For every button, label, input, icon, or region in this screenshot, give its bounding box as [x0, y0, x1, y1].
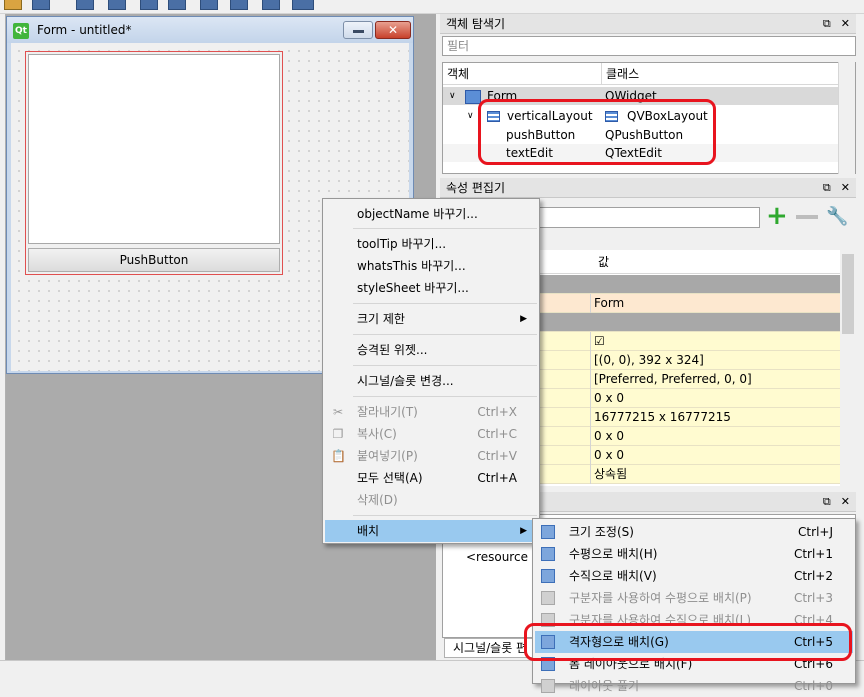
edit-signals-icon[interactable] — [32, 0, 50, 10]
break-layout-tool-icon[interactable] — [230, 0, 248, 10]
object-tree-scrollbar[interactable] — [838, 62, 855, 174]
menu-item-paste[interactable]: 📋 붙여넣기(P) Ctrl+V — [325, 445, 537, 467]
property-editor-title-bar: 속성 편집기 ⧉ ✕ — [440, 178, 856, 198]
horizontal-splitter-icon — [541, 591, 555, 605]
close-button[interactable]: ✕ — [375, 21, 411, 39]
remove-property-icon[interactable] — [796, 215, 818, 219]
minimize-icon — [353, 30, 364, 33]
expand-arrow-icon[interactable]: ∨ — [449, 87, 456, 105]
submenu-item-horizontal-splitter[interactable]: 구분자를 사용하여 수평으로 배치(P) Ctrl+3 — [535, 587, 853, 609]
submenu-item-lay-out-horizontally[interactable]: 수평으로 배치(H) Ctrl+1 — [535, 543, 853, 565]
layout-vertical-tool-icon[interactable] — [108, 0, 126, 10]
paste-icon: 📋 — [331, 449, 346, 463]
form-titlebar[interactable]: Qt Form - untitled* ✕ — [7, 17, 413, 43]
layout-form-tool-icon[interactable] — [200, 0, 218, 10]
adjust-size-tool-icon[interactable] — [262, 0, 280, 10]
text-edit-widget[interactable] — [28, 54, 280, 244]
menu-item-select-all[interactable]: 모두 선택(A) Ctrl+A — [325, 467, 537, 489]
dock-close-icon[interactable]: ✕ — [841, 17, 850, 30]
menu-separator — [353, 228, 537, 229]
form-widget-icon — [465, 87, 481, 105]
submenu-item-adjust-size[interactable]: 크기 조정(S) Ctrl+J — [535, 521, 853, 543]
property-filter-input[interactable] — [536, 207, 760, 228]
dock-float-icon[interactable]: ⧉ — [823, 17, 831, 30]
property-editor-title: 속성 편집기 — [446, 181, 506, 195]
layout-splitter-tool-icon[interactable] — [140, 0, 158, 10]
adjust-size-icon — [541, 525, 555, 539]
menu-item-promoted-widgets[interactable]: 승격된 위젯... — [325, 339, 537, 361]
submenu-arrow-icon: ▶ — [520, 314, 527, 324]
menu-separator — [353, 334, 537, 335]
object-inspector-title: 객체 탐색기 — [446, 17, 506, 31]
break-layout-icon — [541, 679, 555, 693]
menu-item-change-whatsthis[interactable]: whatsThis 바꾸기... — [325, 255, 537, 277]
menu-item-copy[interactable]: ❐ 복사(C) Ctrl+C — [325, 423, 537, 445]
menu-item-delete[interactable]: 삭제(D) — [325, 489, 537, 511]
push-button-widget[interactable]: PushButton — [28, 248, 280, 272]
object-filter-input[interactable]: 필터 — [442, 36, 856, 56]
copy-icon: ❐ — [332, 427, 344, 441]
menu-separator — [353, 515, 537, 516]
menu-item-size-constraints[interactable]: 크기 제한 ▶ — [325, 308, 537, 330]
context-menu: objectName 바꾸기... toolTip 바꾸기... whatsTh… — [322, 198, 540, 544]
dock-close-icon[interactable]: ✕ — [841, 181, 850, 194]
highlight-layout-tree — [478, 99, 716, 165]
dock-float-icon[interactable]: ⧉ — [823, 495, 831, 508]
menu-item-layout[interactable]: 배치 ▶ — [325, 520, 537, 542]
submenu-item-break-layout[interactable]: 레이아웃 풀기 Ctrl+0 — [535, 675, 853, 697]
column-header-value: 값 — [598, 255, 610, 269]
minimize-button[interactable] — [343, 21, 373, 39]
layout-horizontal-tool-icon[interactable] — [76, 0, 94, 10]
menu-separator — [353, 396, 537, 397]
expand-arrow-icon[interactable]: ∨ — [467, 107, 474, 125]
menu-separator — [353, 365, 537, 366]
edit-widgets-icon[interactable] — [4, 0, 22, 10]
property-scrollbar-thumb[interactable] — [842, 254, 854, 334]
submenu-arrow-icon: ▶ — [520, 526, 527, 536]
qt-logo-icon: Qt — [13, 23, 29, 39]
menu-separator — [353, 303, 537, 304]
configure-wrench-icon[interactable]: 🔧 — [826, 206, 848, 228]
layout-grid-tool-icon[interactable] — [168, 0, 186, 10]
add-property-icon[interactable]: + — [766, 203, 788, 229]
column-header-object[interactable]: 객체 — [443, 63, 601, 85]
main-toolbar — [0, 0, 864, 14]
enabled-checkbox[interactable]: ☑ — [594, 332, 605, 351]
vertical-layout-box[interactable]: PushButton — [25, 51, 283, 275]
menu-item-change-objectname[interactable]: objectName 바꾸기... — [325, 203, 537, 225]
submenu-item-lay-out-vertically[interactable]: 수직으로 배치(V) Ctrl+2 — [535, 565, 853, 587]
menu-item-change-stylesheet[interactable]: styleSheet 바꾸기... — [325, 277, 537, 299]
dock-close-icon[interactable]: ✕ — [841, 495, 850, 508]
dock-float-icon[interactable]: ⧉ — [823, 181, 831, 194]
object-inspector-title-bar: 객체 탐색기 ⧉ ✕ — [440, 14, 856, 34]
tab-signal-slot-editor[interactable]: 시그널/슬롯 편 — [444, 638, 534, 658]
column-header-class[interactable]: 클래스 — [601, 63, 839, 85]
horizontal-layout-icon — [541, 547, 555, 561]
menu-item-change-tooltip[interactable]: toolTip 바꾸기... — [325, 233, 537, 255]
highlight-grid-layout-item — [524, 623, 852, 661]
menu-item-cut[interactable]: ✂ 잘라내기(T) Ctrl+X — [325, 401, 537, 423]
menu-item-change-signals-slots[interactable]: 시그널/슬롯 변경... — [325, 370, 537, 392]
scissors-icon: ✂ — [332, 405, 344, 419]
vertical-layout-icon — [541, 569, 555, 583]
preview-tool-icon[interactable] — [292, 0, 314, 10]
close-icon: ✕ — [387, 23, 399, 37]
form-title: Form - untitled* — [37, 23, 132, 37]
